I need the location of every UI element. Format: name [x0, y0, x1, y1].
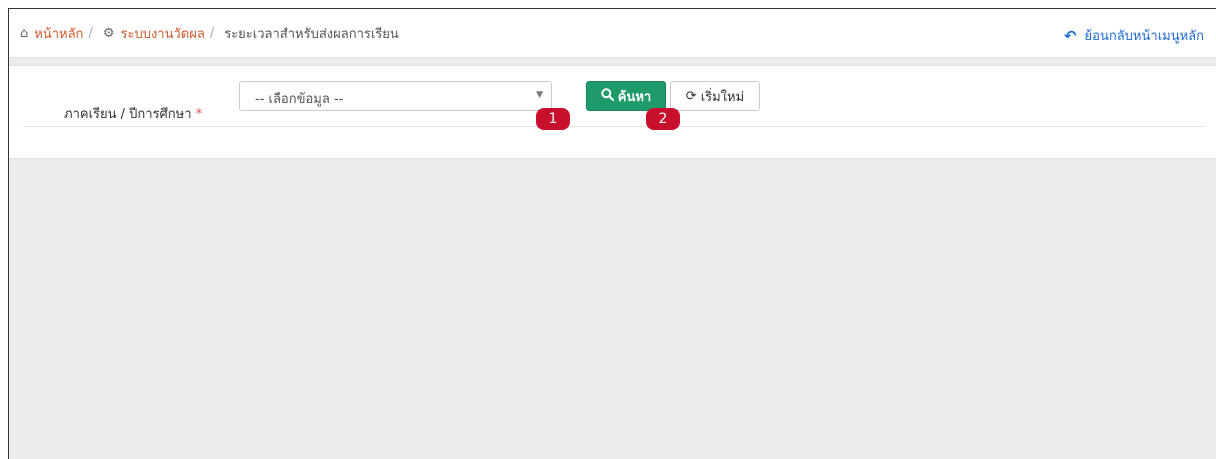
search-button[interactable]: ค้นหา: [586, 81, 666, 111]
annotation-badge-1: 1: [536, 108, 570, 130]
gears-icon: ⚙: [102, 25, 115, 41]
reset-button-label: เริ่มใหม่: [700, 89, 745, 105]
annotation-badge-2: 2: [646, 108, 680, 130]
undo-icon: ↶: [1063, 26, 1077, 45]
search-button-label: ค้นหา: [617, 89, 652, 105]
required-marker: *: [195, 107, 203, 122]
breadcrumb-separator: /: [209, 25, 215, 41]
reset-button[interactable]: ⟳ เริ่มใหม่: [670, 81, 760, 111]
search-panel: ภาคเรียน / ปีการศึกษา * -- เลือกข้อมูล -…: [9, 65, 1216, 159]
breadcrumb-home-link[interactable]: หน้าหลัก: [34, 23, 83, 44]
chevron-down-icon: ▼: [536, 90, 543, 100]
breadcrumb-system[interactable]: ⚙ ระบบงานวัดผล: [103, 23, 205, 44]
back-link-label: ย้อนกลับหน้าเมนูหลัก: [1084, 29, 1204, 44]
semester-label: ภาคเรียน / ปีการศึกษา *: [64, 107, 203, 122]
semester-select[interactable]: -- เลือกข้อมูล -- ▼: [239, 81, 552, 111]
breadcrumb: ⌂ หน้าหลัก / ⚙ ระบบงานวัดผล / ระยะเวลาสำ…: [9, 9, 1216, 58]
semester-select-value: -- เลือกข้อมูล --: [255, 92, 344, 107]
breadcrumb-home[interactable]: ⌂ หน้าหลัก: [20, 23, 83, 44]
app-frame: ⌂ หน้าหลัก / ⚙ ระบบงานวัดผล / ระยะเวลาสำ…: [8, 8, 1216, 459]
breadcrumb-system-link[interactable]: ระบบงานวัดผล: [120, 23, 204, 44]
divider: [23, 126, 1204, 127]
breadcrumb-current: ระยะเวลาสำหรับส่งผลการเรียน: [224, 26, 399, 42]
search-icon: [601, 87, 614, 105]
breadcrumb-separator: /: [88, 25, 93, 41]
refresh-icon: ⟳: [685, 88, 697, 104]
home-icon: ⌂: [20, 25, 29, 41]
back-to-main-menu-link[interactable]: ↶ ย้อนกลับหน้าเมนูหลัก: [1064, 25, 1204, 46]
